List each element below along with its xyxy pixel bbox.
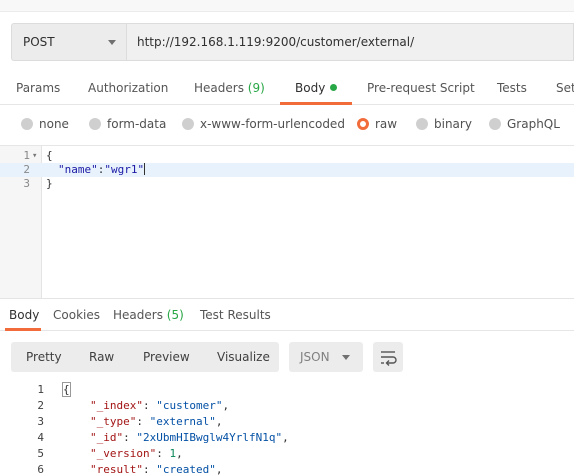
url-text: http://192.168.1.119:9200/customer/exter… — [137, 35, 415, 49]
headers-count: (9) — [247, 81, 265, 95]
wrap-lines-button[interactable] — [373, 342, 403, 372]
tab-body[interactable]: Body — [295, 81, 338, 95]
radio-graphql[interactable]: GraphQL — [489, 117, 560, 131]
tab-authorization[interactable]: Authorization — [88, 81, 168, 95]
chevron-down-icon — [342, 355, 350, 360]
active-tab-indicator — [280, 102, 352, 105]
request-tabs: Params Authorization Headers (9) Body Pr… — [0, 71, 574, 105]
wrap-lines-icon — [381, 351, 397, 366]
tab-params[interactable]: Params — [16, 81, 60, 95]
radio-circle-icon — [416, 118, 428, 130]
response-line: 1 { — [37, 382, 71, 397]
editor-line: 3 } — [23, 177, 53, 190]
request-url-bar: POST http://192.168.1.119:9200/customer/… — [11, 23, 574, 61]
url-input[interactable]: http://192.168.1.119:9200/customer/exter… — [126, 23, 574, 61]
response-line: 6 "result": "created", — [37, 463, 223, 475]
request-body-editor[interactable]: 1 ▾ { 2 "name":"wgr1" 3 } — [0, 145, 574, 298]
fold-arrow-icon[interactable]: ▾ — [32, 149, 37, 163]
radio-binary[interactable]: binary — [416, 117, 472, 131]
tab-settings[interactable]: Set — [556, 81, 574, 95]
chevron-down-icon — [108, 40, 116, 45]
response-line: 5 "_version": 1, — [37, 447, 183, 460]
method-label: POST — [23, 35, 55, 49]
view-mode-group: Pretty Raw Preview Visualize — [11, 342, 279, 372]
editor-line: 1 ▾ { — [23, 149, 53, 163]
radio-raw[interactable]: raw — [357, 117, 397, 131]
response-tabs: Body Cookies Headers (5) Test Results — [0, 298, 574, 331]
top-strip — [0, 0, 574, 12]
radio-circle-icon — [21, 118, 33, 130]
radio-form-data[interactable]: form-data — [89, 117, 166, 131]
response-tab-body[interactable]: Body — [9, 308, 39, 322]
text-cursor — [144, 163, 146, 175]
radio-selected-icon — [357, 118, 369, 130]
response-headers-count: (5) — [166, 308, 184, 322]
tab-pre-request-script[interactable]: Pre-request Script — [367, 81, 475, 95]
response-tab-test-results[interactable]: Test Results — [200, 308, 271, 322]
body-status-dot-icon — [330, 84, 338, 91]
response-line: 2 "_index": "customer", — [37, 399, 230, 412]
response-line: 3 "_type": "external", — [37, 415, 223, 428]
response-tab-cookies[interactable]: Cookies — [53, 308, 100, 322]
visualize-button[interactable]: Visualize — [217, 350, 270, 364]
radio-x-www-form-urlencoded[interactable]: x-www-form-urlencoded — [182, 117, 345, 131]
editor-line-active: 2 "name":"wgr1" — [0, 163, 574, 177]
response-tab-headers[interactable]: Headers (5) — [113, 308, 184, 322]
format-label: JSON — [300, 350, 330, 364]
method-select[interactable]: POST — [11, 23, 126, 61]
pretty-button[interactable]: Pretty — [26, 350, 62, 364]
radio-circle-icon — [489, 118, 501, 130]
radio-none[interactable]: none — [21, 117, 69, 131]
tab-tests[interactable]: Tests — [497, 81, 527, 95]
format-select[interactable]: JSON — [289, 342, 363, 372]
raw-button[interactable]: Raw — [89, 350, 114, 364]
active-response-tab-indicator — [5, 328, 41, 331]
radio-circle-icon — [89, 118, 101, 130]
body-type-options: none form-data x-www-form-urlencoded raw… — [0, 117, 574, 137]
response-line: 4 "_id": "2xUbmHIBwglw4YrlfN1q", — [37, 431, 289, 444]
preview-button[interactable]: Preview — [143, 350, 190, 364]
radio-circle-icon — [182, 118, 194, 130]
tab-headers[interactable]: Headers (9) — [194, 81, 265, 95]
response-body[interactable]: 1 { 2 "_index": "customer", 3 "_type": "… — [0, 382, 574, 475]
